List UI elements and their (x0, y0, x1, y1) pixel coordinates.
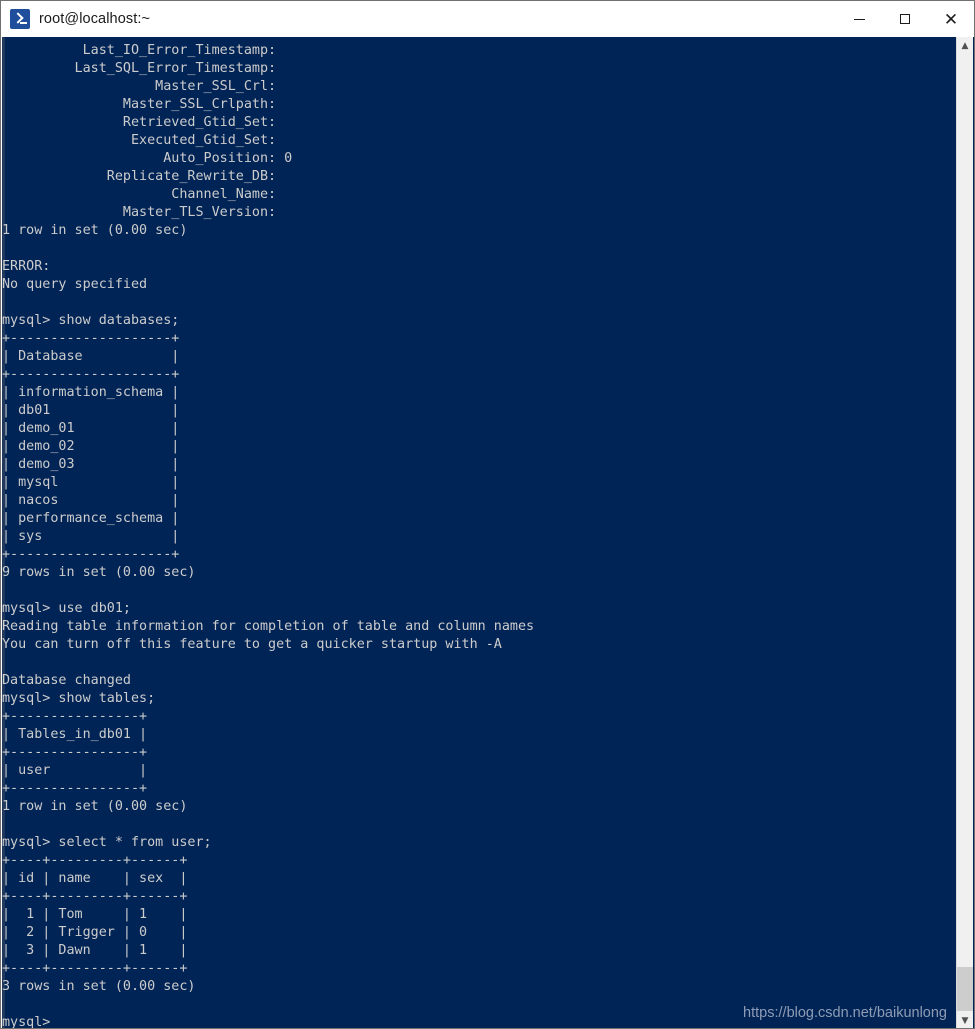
terminal-prompt-icon (10, 9, 30, 29)
terminal-output-area[interactable]: Last_IO_Error_Timestamp: Last_SQL_Error_… (2, 37, 974, 1029)
window-controls: ✕ (836, 1, 974, 37)
watermark-text: https://blog.csdn.net/baikunlong (743, 1005, 947, 1021)
minimize-button[interactable] (836, 1, 882, 37)
maximize-button[interactable] (882, 1, 928, 37)
vertical-scrollbar[interactable]: ▲ ▼ (956, 37, 973, 1028)
terminal-text: Last_IO_Error_Timestamp: Last_SQL_Error_… (2, 43, 535, 1029)
terminal-window: root@localhost:~ ✕ Last_IO_Error_Timesta… (0, 0, 975, 1029)
window-title: root@localhost:~ (39, 11, 151, 27)
title-bar[interactable]: root@localhost:~ ✕ (1, 1, 974, 37)
scroll-down-icon[interactable]: ▼ (957, 1012, 973, 1028)
close-button[interactable]: ✕ (928, 1, 974, 37)
scrollbar-thumb[interactable] (957, 967, 973, 1011)
scroll-up-icon[interactable]: ▲ (957, 37, 973, 54)
